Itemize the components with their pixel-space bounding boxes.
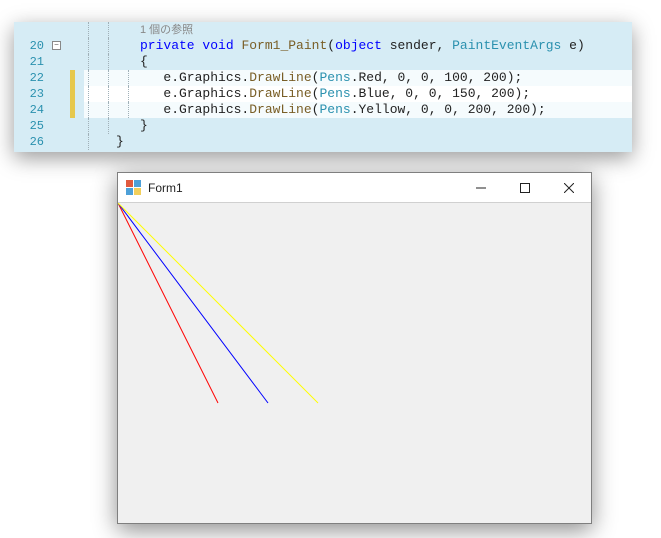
code-line[interactable]: 20 − private void Form1_Paint(object sen… (14, 38, 632, 54)
code-line[interactable]: 22 e.Graphics.DrawLine(Pens.Red, 0, 0, 1… (14, 70, 632, 86)
gutter (48, 86, 84, 102)
change-marker (70, 86, 75, 102)
drawn-line (118, 203, 318, 403)
window-title: Form1 (148, 181, 459, 195)
drawn-line (118, 203, 268, 403)
gutter (48, 102, 84, 118)
gutter (48, 54, 84, 70)
change-marker (70, 102, 75, 118)
titlebar[interactable]: Form1 (118, 173, 591, 203)
gutter[interactable]: − (48, 38, 84, 54)
line-number: 20 (14, 38, 48, 54)
code-line[interactable]: 25 } (14, 118, 632, 134)
minimize-icon (476, 183, 486, 193)
code-text[interactable]: e.Graphics.DrawLine(Pens.Red, 0, 0, 100,… (140, 70, 632, 86)
codelens[interactable]: 1 個の参照 (140, 22, 632, 38)
code-line[interactable]: 24 e.Graphics.DrawLine(Pens.Yellow, 0, 0… (14, 102, 632, 118)
client-area (118, 203, 591, 523)
maximize-icon (520, 183, 530, 193)
code-text[interactable]: { (140, 54, 632, 70)
app-icon (126, 180, 142, 196)
gutter (48, 134, 84, 150)
line-number: 27 (14, 150, 48, 152)
gutter (48, 70, 84, 86)
code-text[interactable]: private void Form1_Paint(object sender, … (140, 38, 632, 54)
code-text[interactable]: } (140, 118, 632, 134)
paint-surface (118, 203, 591, 524)
drawn-line (118, 203, 218, 403)
code-text[interactable]: e.Graphics.DrawLine(Pens.Blue, 0, 0, 150… (140, 86, 632, 102)
code-line-current[interactable]: 23 e.Graphics.DrawLine(Pens.Blue, 0, 0, … (14, 86, 632, 102)
gutter (48, 118, 84, 134)
line-number: 21 (14, 54, 48, 70)
line-number: 25 (14, 118, 48, 134)
gutter (48, 22, 84, 38)
line-number: 24 (14, 102, 48, 118)
fold-icon[interactable]: − (52, 41, 61, 50)
code-text[interactable]: } (116, 134, 632, 150)
change-marker (70, 70, 75, 86)
close-button[interactable] (547, 173, 591, 203)
line-number: 22 (14, 70, 48, 86)
minimize-button[interactable] (459, 173, 503, 203)
line-number: 23 (14, 86, 48, 102)
gutter (48, 150, 84, 152)
code-text[interactable]: e.Graphics.DrawLine(Pens.Yellow, 0, 0, 2… (140, 102, 632, 118)
line-number: 26 (14, 134, 48, 150)
codelens-row: 1 個の参照 (14, 22, 632, 38)
code-line[interactable]: 27 (14, 150, 632, 152)
code-line[interactable]: 21 { (14, 54, 632, 70)
close-icon (564, 183, 574, 193)
maximize-button[interactable] (503, 173, 547, 203)
form1-window[interactable]: Form1 (117, 172, 592, 524)
code-line[interactable]: 26 } (14, 134, 632, 150)
code-editor[interactable]: 1 個の参照 20 − private void Form1_Paint(obj… (14, 22, 632, 152)
